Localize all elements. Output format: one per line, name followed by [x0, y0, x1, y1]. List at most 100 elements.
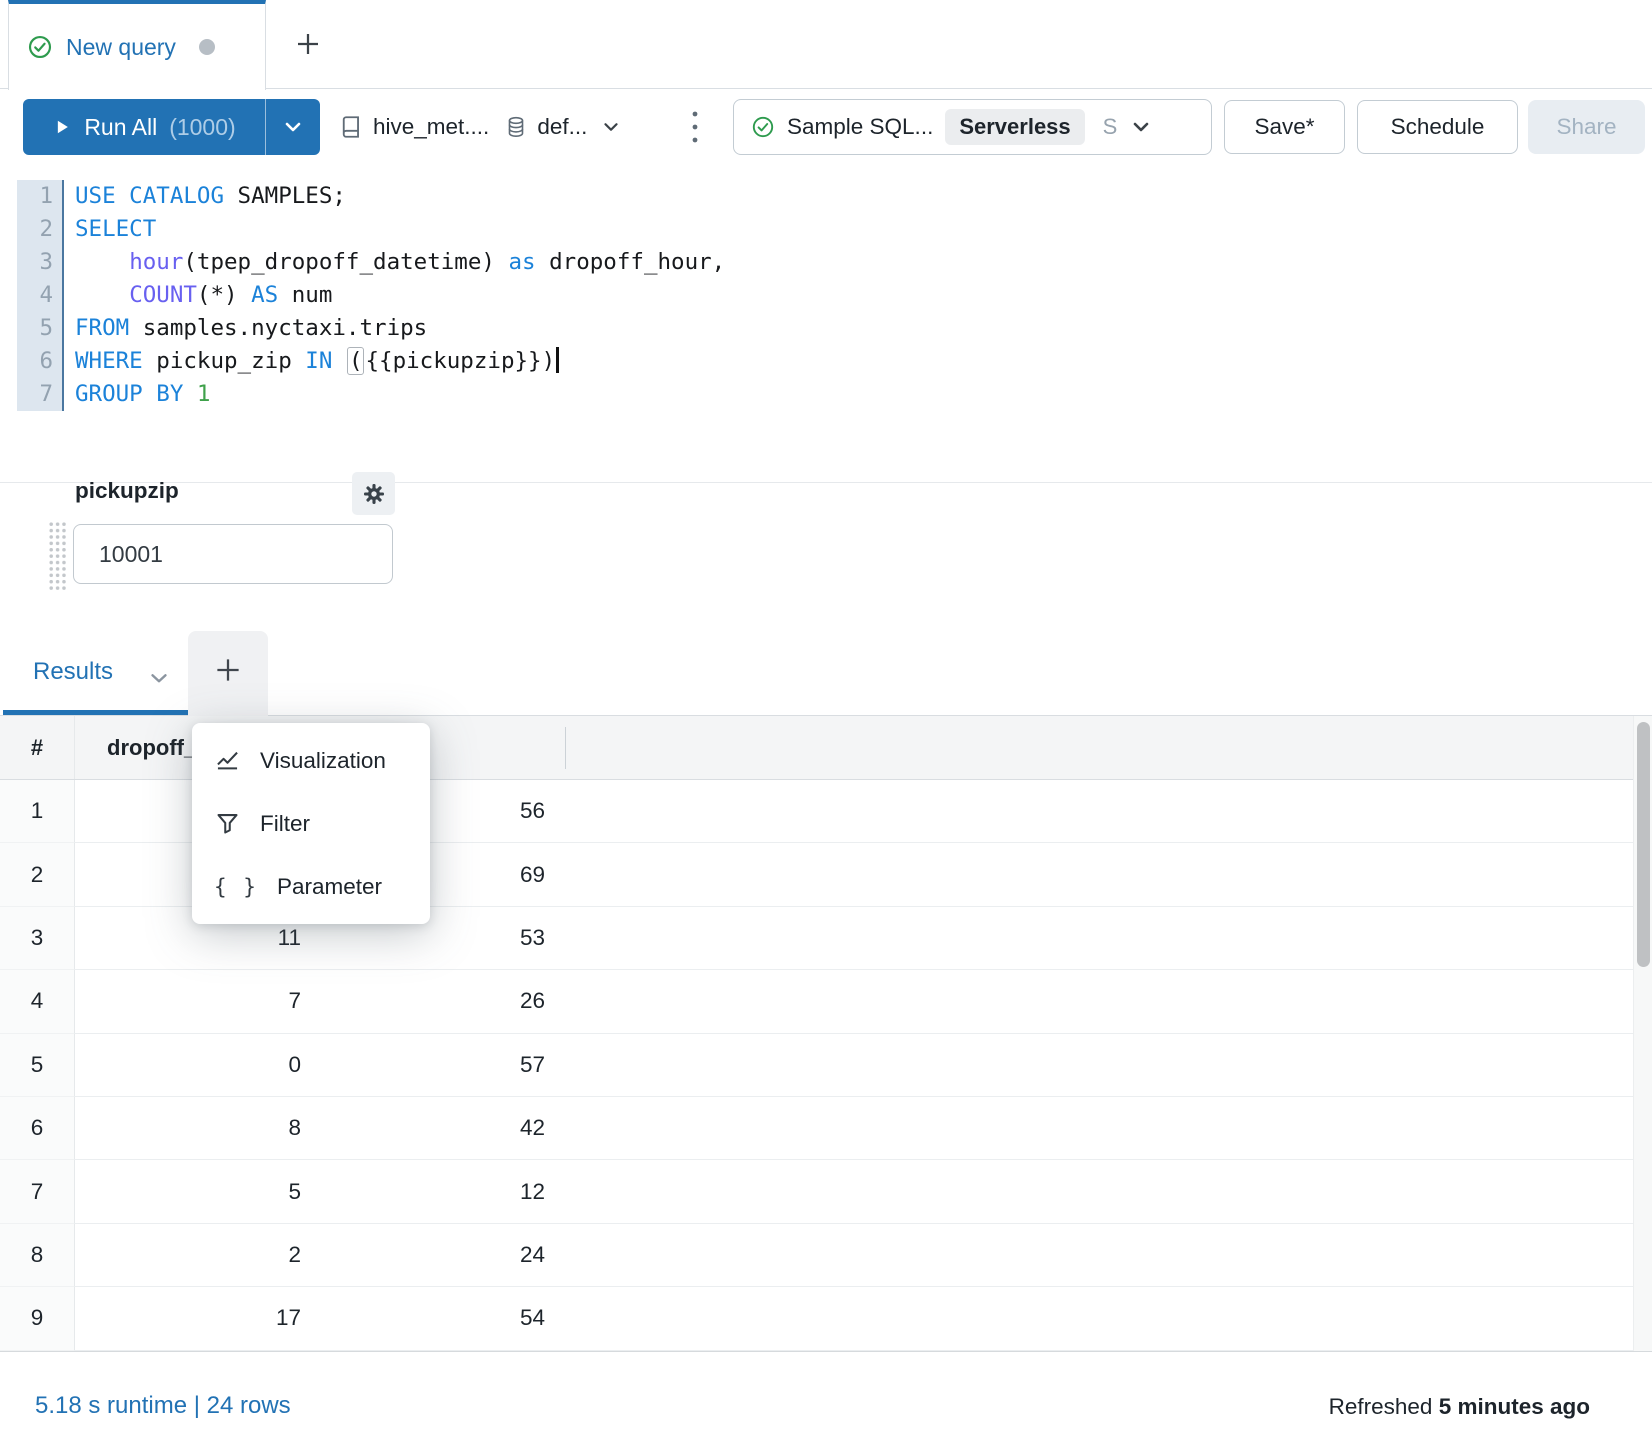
cell-num[interactable]: 57 — [315, 1034, 565, 1097]
cell-num[interactable]: 26 — [315, 970, 565, 1033]
column-header-index[interactable]: # — [0, 716, 75, 779]
parameter-settings-button[interactable] — [352, 472, 395, 515]
code-line-3[interactable]: 3 hour(tpep_dropoff_datetime) as dropoff… — [17, 246, 725, 279]
vertical-scrollbar-track[interactable] — [1633, 716, 1652, 1351]
refreshed-time: 5 minutes ago — [1439, 1394, 1590, 1419]
editor-params-divider — [0, 482, 1652, 483]
catalog-icon — [338, 114, 364, 140]
catalog-schema-selector[interactable]: hive_met.... def... — [338, 99, 622, 155]
warehouse-selector[interactable]: Sample SQL... Serverless S — [733, 99, 1212, 155]
row-index[interactable]: 1 — [0, 780, 75, 843]
row-filler[interactable] — [565, 780, 1633, 843]
run-all-label: Run All — [84, 114, 157, 141]
refreshed-prefix: Refreshed — [1329, 1394, 1433, 1419]
row-filler[interactable] — [565, 1097, 1633, 1160]
table-row[interactable]: 91754 — [0, 1287, 1633, 1350]
table-row[interactable]: 8224 — [0, 1224, 1633, 1287]
cell-dropoff-hour[interactable]: 17 — [75, 1287, 315, 1350]
column-resize-separator[interactable] — [565, 727, 566, 769]
code-text: GROUP BY 1 — [64, 378, 210, 411]
row-filler[interactable] — [565, 843, 1633, 906]
line-number: 6 — [17, 345, 64, 378]
parameter-icon: { } — [214, 875, 258, 899]
add-results-tab-button[interactable] — [188, 631, 268, 716]
code-text: USE CATALOG SAMPLES; — [64, 180, 346, 213]
menu-item-visualization[interactable]: Visualization — [192, 729, 430, 792]
row-filler[interactable] — [565, 970, 1633, 1033]
row-index[interactable]: 3 — [0, 907, 75, 970]
context-chevron-down-icon — [600, 116, 622, 138]
row-index[interactable]: 5 — [0, 1034, 75, 1097]
run-limit-count: (1000) — [169, 114, 235, 141]
schema-name: def... — [537, 114, 587, 140]
runtime-rows-link[interactable]: 5.18 s runtime | 24 rows — [35, 1392, 291, 1420]
parameter-value-input[interactable] — [73, 524, 393, 584]
row-index[interactable]: 4 — [0, 970, 75, 1033]
cell-dropoff-hour[interactable]: 0 — [75, 1034, 315, 1097]
cell-num[interactable]: 54 — [315, 1287, 565, 1350]
more-options-kebab-button[interactable] — [680, 107, 710, 147]
menu-item-filter[interactable]: Filter — [192, 792, 430, 855]
run-options-dropdown[interactable] — [265, 99, 320, 155]
warehouse-size: S — [1103, 114, 1118, 140]
table-row[interactable]: 4726 — [0, 970, 1633, 1033]
cell-dropoff-hour[interactable]: 5 — [75, 1160, 315, 1223]
row-index[interactable]: 6 — [0, 1097, 75, 1160]
table-row[interactable]: 7512 — [0, 1160, 1633, 1223]
code-line-4[interactable]: 4 COUNT(*) AS num — [17, 279, 725, 312]
code-line-7[interactable]: 7GROUP BY 1 — [17, 378, 725, 411]
row-filler[interactable] — [565, 1287, 1633, 1350]
cell-dropoff-hour[interactable]: 8 — [75, 1097, 315, 1160]
line-number: 3 — [17, 246, 64, 279]
results-chevron-down-icon[interactable] — [146, 665, 172, 691]
refreshed-status: Refreshed 5 minutes ago — [1329, 1394, 1590, 1420]
cell-num[interactable]: 24 — [315, 1224, 565, 1287]
row-index[interactable]: 7 — [0, 1160, 75, 1223]
schema-icon — [504, 115, 528, 139]
row-filler[interactable] — [565, 1160, 1633, 1223]
cell-dropoff-hour[interactable]: 7 — [75, 970, 315, 1033]
table-row[interactable]: 6842 — [0, 1097, 1633, 1160]
line-number: 5 — [17, 312, 64, 345]
schedule-button[interactable]: Schedule — [1357, 100, 1518, 154]
code-line-6[interactable]: 6WHERE pickup_zip IN ({{pickupzip}}) — [17, 345, 725, 378]
sql-editor[interactable]: 1USE CATALOG SAMPLES;2SELECT3 hour(tpep_… — [17, 180, 725, 411]
run-all-button[interactable]: Run All (1000) — [23, 99, 265, 155]
query-saved-check-icon — [27, 34, 53, 60]
new-tab-button[interactable] — [286, 22, 330, 66]
row-filler[interactable] — [565, 907, 1633, 970]
line-number: 4 — [17, 279, 64, 312]
code-text: hour(tpep_dropoff_datetime) as dropoff_h… — [64, 246, 725, 279]
code-text: WHERE pickup_zip IN ({{pickupzip}}) — [64, 345, 559, 378]
code-line-1[interactable]: 1USE CATALOG SAMPLES; — [17, 180, 725, 213]
filter-icon — [214, 810, 241, 837]
row-index[interactable]: 9 — [0, 1287, 75, 1350]
row-index[interactable]: 2 — [0, 843, 75, 906]
cell-num[interactable]: 42 — [315, 1097, 565, 1160]
tab-bar: New query — [0, 0, 1652, 89]
warehouse-running-check-icon — [751, 115, 775, 139]
line-number: 2 — [17, 213, 64, 246]
text-cursor — [556, 347, 559, 373]
serverless-badge: Serverless — [945, 109, 1084, 145]
cell-dropoff-hour[interactable]: 2 — [75, 1224, 315, 1287]
parameter-drag-handle[interactable] — [48, 521, 67, 592]
row-filler[interactable] — [565, 1034, 1633, 1097]
code-text: SELECT — [64, 213, 156, 246]
menu-item-label: Filter — [260, 811, 310, 837]
menu-item-parameter[interactable]: { } Parameter — [192, 855, 430, 918]
table-row[interactable]: 5057 — [0, 1034, 1633, 1097]
header-filler — [565, 716, 1633, 779]
code-text: FROM samples.nyctaxi.trips — [64, 312, 427, 345]
vertical-scrollbar-thumb[interactable] — [1637, 722, 1650, 967]
code-line-2[interactable]: 2SELECT — [17, 213, 725, 246]
save-button[interactable]: Save* — [1224, 100, 1345, 154]
tab-new-query[interactable]: New query — [8, 0, 266, 90]
code-line-5[interactable]: 5FROM samples.nyctaxi.trips — [17, 312, 725, 345]
cell-num[interactable]: 12 — [315, 1160, 565, 1223]
tab-results[interactable]: Results — [33, 658, 113, 686]
row-filler[interactable] — [565, 1224, 1633, 1287]
menu-item-label: Parameter — [277, 874, 382, 900]
share-button[interactable]: Share — [1528, 100, 1645, 154]
row-index[interactable]: 8 — [0, 1224, 75, 1287]
